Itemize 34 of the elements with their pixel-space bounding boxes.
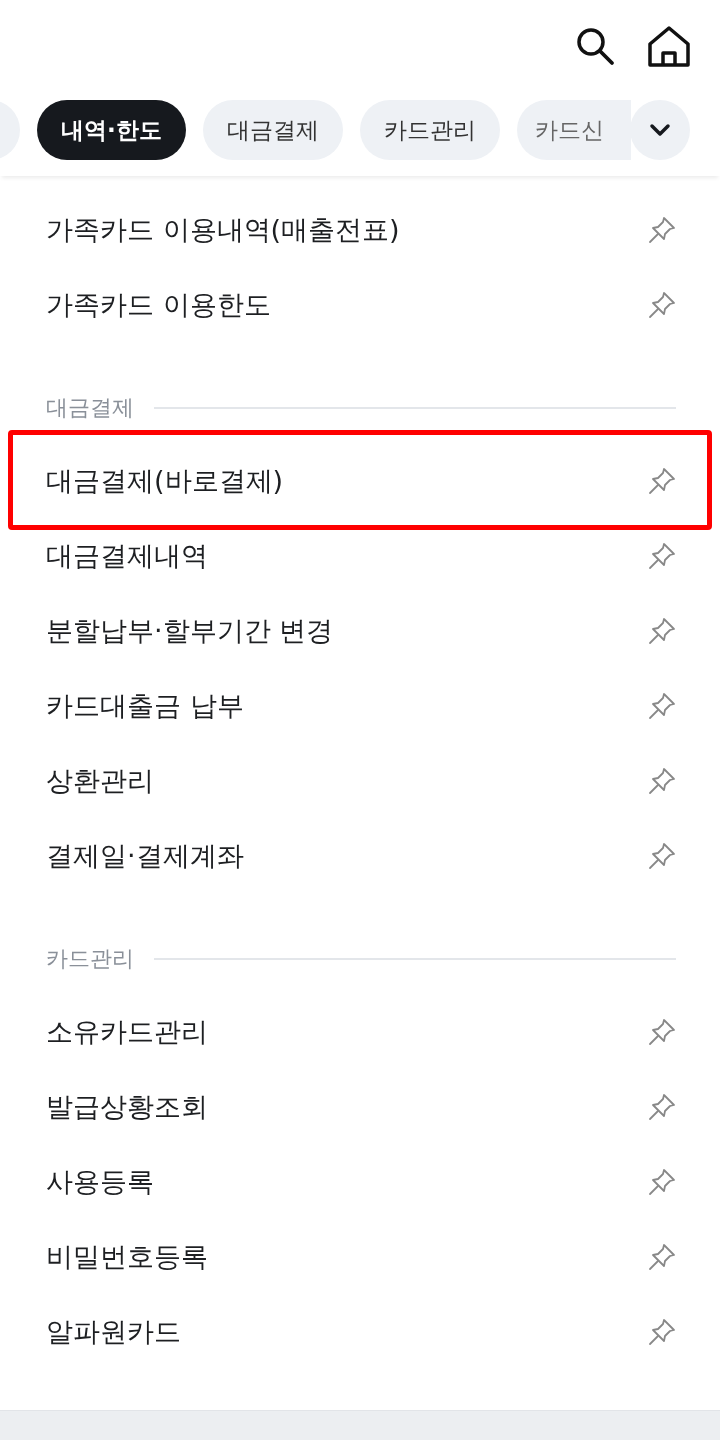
pin-icon[interactable] — [648, 1242, 676, 1271]
section-heading: 카드관리 — [46, 945, 134, 973]
section-heading: 대금결제 — [46, 394, 134, 422]
menu-item[interactable]: 결제일·결제계좌 — [8, 818, 712, 893]
menu-item[interactable]: 사용등록 — [8, 1144, 712, 1219]
pin-icon[interactable] — [648, 215, 676, 244]
tab[interactable]: 카드관리 — [359, 100, 500, 160]
menu-item[interactable]: 대금결제내역 — [8, 518, 712, 593]
pin-icon[interactable] — [648, 691, 676, 720]
pin-icon[interactable] — [648, 616, 676, 645]
pin-icon[interactable] — [648, 466, 676, 495]
pin-icon[interactable] — [648, 841, 676, 870]
pin-icon[interactable] — [648, 290, 676, 319]
pin-icon[interactable] — [648, 1167, 676, 1196]
menu-item[interactable]: 카드대출금 납부 — [8, 668, 712, 743]
menu-item[interactable]: 가족카드 이용한도 — [8, 267, 712, 342]
menu-item[interactable]: 소유카드관리 — [8, 994, 712, 1069]
menu-item[interactable]: 분할납부·할부기간 변경 — [8, 593, 712, 668]
home-icon[interactable] — [646, 24, 692, 68]
pin-icon[interactable] — [648, 1092, 676, 1121]
tab[interactable]: 내역·한도 — [37, 100, 186, 160]
pin-icon[interactable] — [648, 766, 676, 795]
pin-icon[interactable] — [648, 541, 676, 570]
search-icon[interactable] — [574, 25, 616, 67]
pin-icon[interactable] — [648, 1317, 676, 1346]
menu-item[interactable]: 상환관리 — [8, 743, 712, 818]
menu-item[interactable]: 비밀번호등록 — [8, 1219, 712, 1294]
chevron-down-icon — [649, 123, 671, 137]
menu-item[interactable]: 가족카드 이용내역(매출전표) — [8, 192, 712, 267]
menu-item[interactable]: 발급상황조회 — [8, 1069, 712, 1144]
tab[interactable]: 대금결제 — [202, 100, 343, 160]
menu-item[interactable]: 알파원카드 — [8, 1294, 712, 1369]
tab[interactable]: 카드신 — [516, 100, 631, 160]
pin-icon[interactable] — [648, 1017, 676, 1046]
